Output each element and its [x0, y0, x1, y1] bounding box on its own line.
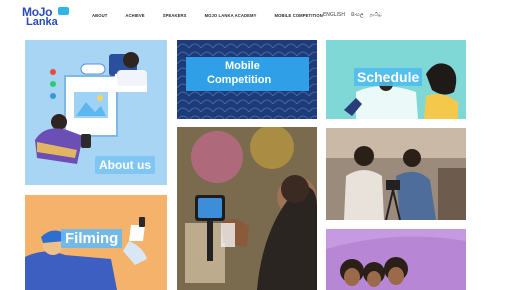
- speech-bubble-icon: [58, 7, 69, 15]
- event-photo: [177, 127, 317, 290]
- training-session-photo[interactable]: [326, 128, 466, 220]
- group-photo: [326, 229, 466, 290]
- mobile-competition-tile[interactable]: Mobile Competition: [177, 40, 317, 119]
- main-nav: ABOUT ACHIEVE SPEAKERS MOJO LANKA ACADEM…: [92, 13, 323, 18]
- filming-event-photo[interactable]: [177, 127, 317, 290]
- purple-photo-tile[interactable]: [326, 229, 466, 290]
- about-us-tile[interactable]: About us: [25, 40, 167, 185]
- filming-tile[interactable]: Filming: [25, 195, 167, 290]
- lang-tamil[interactable]: தமிழ்: [370, 12, 382, 18]
- lang-english[interactable]: ENGLISH: [323, 12, 345, 18]
- training-photo: [326, 128, 466, 220]
- filming-label: Filming: [61, 229, 123, 248]
- mojo-lanka-logo[interactable]: MoJo Lanka: [22, 5, 72, 29]
- language-switcher: ENGLISH සිංහල தமிழ்: [323, 12, 382, 18]
- schedule-tile[interactable]: Schedule: [326, 40, 466, 119]
- schedule-label: Schedule: [354, 68, 423, 86]
- nav-item-academy[interactable]: MOJO LANKA ACADEMY: [205, 13, 257, 18]
- nav-item-mobile-competition[interactable]: MOBILE COMPETITION: [275, 13, 323, 18]
- nav-item-achieve[interactable]: ACHIEVE: [125, 13, 144, 18]
- mobile-label-line-1: Mobile: [225, 60, 260, 72]
- nav-item-speakers[interactable]: SPEAKERS: [163, 13, 187, 18]
- logo-line-2: Lanka: [26, 16, 58, 28]
- nav-item-about[interactable]: ABOUT: [92, 13, 107, 18]
- lang-sinhala[interactable]: සිංහල: [351, 12, 364, 18]
- about-us-label: About us: [95, 156, 155, 174]
- mobile-label-line-2: Competition: [207, 74, 272, 86]
